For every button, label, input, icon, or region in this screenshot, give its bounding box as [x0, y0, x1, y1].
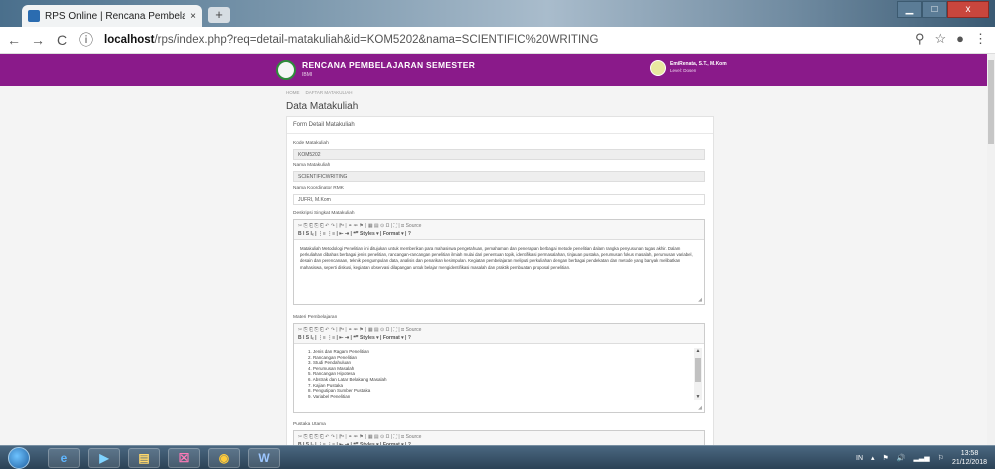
- user-level: Level: Dosen: [670, 68, 697, 73]
- kode-field[interactable]: KOM5202: [293, 149, 705, 160]
- new-tab-button[interactable]: +: [208, 7, 230, 23]
- signal-icon[interactable]: ▂▃▅: [914, 454, 930, 462]
- kode-label: Kode Matakuliah: [293, 141, 329, 146]
- nama-field[interactable]: SCIENTIFICWRITING: [293, 171, 705, 182]
- toolbar-row-1[interactable]: ✂ ⎘ ⎗ ⎘ ⎗ ↶ ↷ | ⁋ᵃ | ⚭ ⚮ ⚑ | ▦ ▤ ⊙ Ω | ⛶…: [298, 326, 700, 334]
- chrome-icon[interactable]: ◉: [208, 448, 240, 468]
- toolbar-row-2[interactable]: B I S Iₓ | ⋮≡ ⋮≡ | ⇤ ⇥ | ❝❞ Styles ▾ | F…: [298, 334, 700, 342]
- bookmark-star-icon[interactable]: ☆: [934, 31, 946, 47]
- deskripsi-editor[interactable]: ✂ ⎘ ⎗ ⎘ ⎗ ↶ ↷ | ⁋ᵃ | ⚭ ⚮ ⚑ | ▦ ▤ ⊙ Ω | ⛶…: [293, 219, 705, 305]
- favicon-icon: [28, 10, 40, 22]
- nama-label: Nama Matakuliah: [293, 163, 331, 168]
- forward-icon[interactable]: →: [28, 32, 48, 48]
- koordinator-label: Nama Koordinator RMK: [293, 186, 344, 191]
- browser-titlebar: RPS Online | Rencana Pembelaja × + ▁ □ x: [0, 0, 995, 27]
- browser-tab[interactable]: RPS Online | Rencana Pembelaja ×: [22, 5, 202, 27]
- toolbar-row-2[interactable]: B I S Iₓ | ⋮≡ ⋮≡ | ⇤ ⇥ | ❝❞ Styles ▾ | F…: [298, 230, 700, 238]
- address-bar: ← → C ⓘ localhost/rps/index.php?req=deta…: [0, 27, 995, 54]
- user-name[interactable]: EmiRenata, S.T., M.Kom: [670, 61, 727, 67]
- avatar[interactable]: [650, 60, 666, 76]
- volume-icon[interactable]: 🔊: [897, 454, 906, 462]
- url-host: localhost: [104, 34, 155, 46]
- url-field[interactable]: localhost/rps/index.php?req=detail-matak…: [104, 34, 598, 46]
- language-indicator[interactable]: IN: [856, 455, 863, 462]
- menu-icon[interactable]: ⋮: [974, 31, 987, 47]
- taskbar: e ▶ ▤ ☒ ◉ W IN ▴ ⚑ 🔊 ▂▃▅ ⚐ 13:58 21/12/2…: [0, 445, 995, 469]
- reload-icon[interactable]: C: [52, 32, 72, 48]
- page-content: RENCANA PEMBELAJARAN SEMESTER IBMI EmiRe…: [0, 54, 995, 445]
- materi-editor[interactable]: ✂ ⎘ ⎗ ⎘ ⎗ ↶ ↷ | ⁋ᵃ | ⚭ ⚮ ⚑ | ▦ ▤ ⊙ Ω | ⛶…: [293, 323, 705, 413]
- explorer-icon[interactable]: ▤: [128, 448, 160, 468]
- scroll-thumb[interactable]: [695, 358, 701, 382]
- logo: [276, 60, 296, 80]
- media-player-icon[interactable]: ▶: [88, 448, 120, 468]
- clock-date: 21/12/2018: [951, 459, 987, 466]
- koordinator-field[interactable]: JUFRI, M.Kom: [293, 194, 705, 205]
- materi-list[interactable]: 1. Jenis dan Ragam Penelitian 2. Rancang…: [294, 344, 704, 399]
- breadcrumb-daftar[interactable]: DAFTAR MATAKULIAH: [306, 90, 353, 95]
- info-icon[interactable]: ⓘ: [76, 30, 96, 50]
- page-title: Data Matakuliah: [286, 101, 359, 112]
- system-tray: IN ▴ ⚑ 🔊 ▂▃▅ ⚐ 13:58 21/12/2018: [856, 449, 987, 467]
- minimize-button[interactable]: ▁: [897, 1, 922, 18]
- resize-handle-icon[interactable]: ◢: [698, 405, 702, 411]
- tray-expand-icon[interactable]: ▴: [871, 454, 875, 462]
- editor-toolbar[interactable]: ✂ ⎘ ⎗ ⎘ ⎗ ↶ ↷ | ⁋ᵃ | ⚭ ⚮ ⚑ | ▦ ▤ ⊙ Ω | ⛶…: [294, 220, 704, 240]
- flag-icon[interactable]: ⚑: [883, 454, 889, 462]
- word-icon[interactable]: W: [248, 448, 280, 468]
- form-card: Form Detail Matakuliah Kode Matakuliah K…: [286, 116, 714, 445]
- action-center-icon[interactable]: ⚐: [938, 454, 944, 462]
- toolbar-row-1[interactable]: ✂ ⎘ ⎗ ⎘ ⎗ ↶ ↷ | ⁋ᵃ | ⚭ ⚮ ⚑ | ▦ ▤ ⊙ Ω | ⛶…: [298, 433, 700, 441]
- url-path: /rps/index.php?req=detail-matakuliah&id=…: [154, 34, 599, 46]
- app-header: RENCANA PEMBELAJARAN SEMESTER IBMI EmiRe…: [0, 54, 995, 86]
- ie-icon[interactable]: e: [48, 448, 80, 468]
- deskripsi-text[interactable]: Matakuliah Metodologi Penelitian ini dit…: [294, 240, 704, 277]
- editor-toolbar[interactable]: ✂ ⎘ ⎗ ⎘ ⎗ ↶ ↷ | ⁋ᵃ | ⚭ ⚮ ⚑ | ▦ ▤ ⊙ Ω | ⛶…: [294, 431, 704, 445]
- clock-time: 13:58: [960, 450, 979, 457]
- xampp-icon[interactable]: ☒: [168, 448, 200, 468]
- resize-handle-icon[interactable]: ◢: [698, 297, 702, 303]
- window-controls: ▁ □ x: [897, 1, 989, 18]
- form-header: Form Detail Matakuliah: [287, 117, 713, 134]
- breadcrumb: HOME DAFTAR MATAKULIAH: [286, 90, 353, 95]
- breadcrumb-home[interactable]: HOME: [286, 90, 300, 95]
- materi-scrollbar[interactable]: ▲ ▼: [694, 348, 702, 400]
- extension-icon[interactable]: ●: [956, 31, 964, 47]
- app-subtitle: IBMI: [302, 72, 313, 78]
- close-window-button[interactable]: x: [947, 1, 989, 18]
- start-button[interactable]: [8, 447, 30, 469]
- scroll-down-icon[interactable]: ▼: [694, 394, 702, 400]
- toolbar-row-1[interactable]: ✂ ⎘ ⎗ ⎘ ⎗ ↶ ↷ | ⁋ᵃ | ⚭ ⚮ ⚑ | ▦ ▤ ⊙ Ω | ⛶…: [298, 222, 700, 230]
- maximize-button[interactable]: □: [922, 1, 947, 18]
- deskripsi-label: Deskripsi Singkat Matakuliah: [293, 211, 355, 216]
- list-item: 9. Variabel Penelitian: [308, 393, 351, 399]
- materi-label: Materi Pembelajaran: [293, 315, 338, 320]
- tab-title: RPS Online | Rencana Pembelaja: [45, 10, 186, 22]
- page-scrollbar[interactable]: [987, 54, 995, 445]
- editor-toolbar[interactable]: ✂ ⎘ ⎗ ⎘ ⎗ ↶ ↷ | ⁋ᵃ | ⚭ ⚮ ⚑ | ▦ ▤ ⊙ Ω | ⛶…: [294, 324, 704, 344]
- app-title: RENCANA PEMBELAJARAN SEMESTER: [302, 60, 476, 70]
- zoom-icon[interactable]: ⚲: [915, 31, 925, 47]
- clock[interactable]: 13:58 21/12/2018: [952, 449, 987, 467]
- pustaka-label: Pustaka Utama: [293, 422, 326, 427]
- back-icon[interactable]: ←: [4, 32, 24, 48]
- tab-close-icon[interactable]: ×: [190, 11, 196, 22]
- scroll-up-icon[interactable]: ▲: [694, 348, 702, 354]
- pustaka-editor[interactable]: ✂ ⎘ ⎗ ⎘ ⎗ ↶ ↷ | ⁋ᵃ | ⚭ ⚮ ⚑ | ▦ ▤ ⊙ Ω | ⛶…: [293, 430, 705, 445]
- page-scroll-thumb[interactable]: [988, 60, 994, 144]
